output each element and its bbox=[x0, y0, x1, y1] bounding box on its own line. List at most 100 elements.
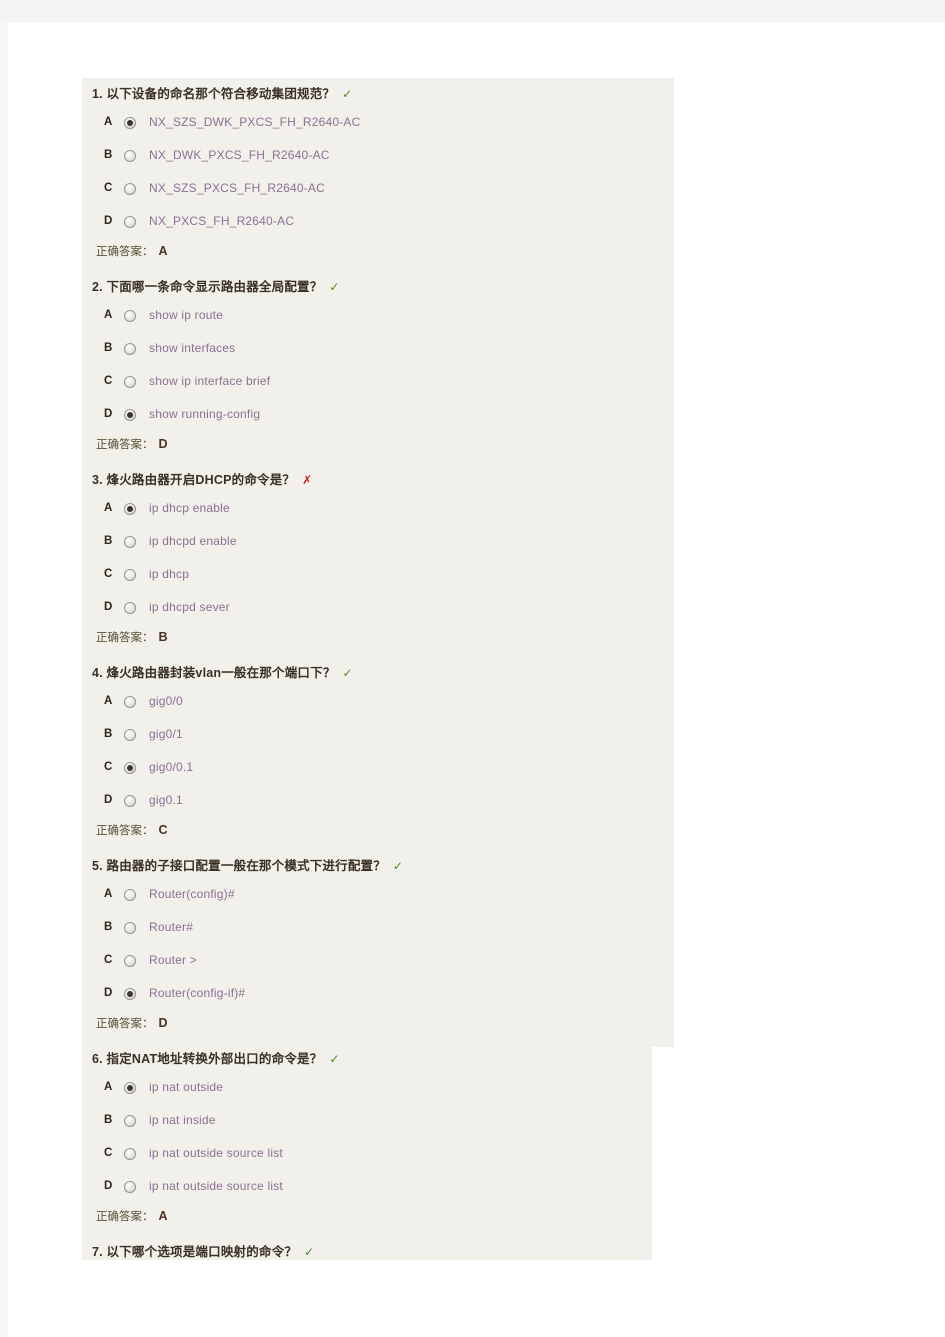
option-text: ip dhcp bbox=[149, 567, 190, 582]
option-radio-button[interactable] bbox=[124, 921, 136, 934]
option-text: gig0/0 bbox=[149, 694, 183, 709]
option-radio-button[interactable] bbox=[124, 888, 136, 901]
correct-answer-value: A bbox=[158, 1209, 168, 1223]
option-radio-button[interactable] bbox=[124, 149, 136, 162]
option-radio-button[interactable] bbox=[124, 987, 136, 1000]
option-row[interactable]: C Router > bbox=[82, 944, 682, 977]
option-row[interactable]: Bgig0/1 bbox=[82, 718, 682, 751]
option-text: NX_SZS_PXCS_FH_R2640-AC bbox=[149, 181, 326, 196]
correct-answer-row: 正确答案： D bbox=[82, 1010, 682, 1043]
question-number: 2. bbox=[92, 280, 103, 294]
option-letter: B bbox=[104, 921, 113, 934]
option-row[interactable]: Bshow interfaces bbox=[82, 332, 682, 365]
option-row[interactable]: Aip nat outside bbox=[82, 1071, 682, 1104]
correct-answer-label: 正确答案： bbox=[96, 246, 154, 258]
option-letter: C bbox=[104, 1147, 113, 1160]
correct-mark-icon: ✓ bbox=[342, 87, 353, 101]
option-radio-button[interactable] bbox=[124, 375, 136, 388]
option-radio-button[interactable] bbox=[124, 794, 136, 807]
correct-answer-value: B bbox=[158, 630, 168, 644]
option-row[interactable]: B Router# bbox=[82, 911, 682, 944]
option-radio-button[interactable] bbox=[124, 116, 136, 129]
option-radio-button[interactable] bbox=[124, 1114, 136, 1127]
option-letter: D bbox=[104, 987, 113, 1000]
option-letter: B bbox=[104, 1114, 113, 1127]
question-text: 以下哪个选项是端口映射的命令？ bbox=[106, 1245, 298, 1259]
option-text: NX_DWK_PXCS_FH_R2640-AC bbox=[149, 148, 330, 163]
option-text: gig0/1 bbox=[149, 727, 183, 742]
option-text: ip nat inside bbox=[149, 1113, 216, 1128]
correct-mark-icon: ✓ bbox=[304, 1245, 315, 1259]
question-number: 7. bbox=[92, 1245, 103, 1259]
option-row[interactable]: B NX_DWK_PXCS_FH_R2640-AC bbox=[82, 139, 682, 172]
option-row[interactable]: Cshow ip interface brief bbox=[82, 365, 682, 398]
option-row[interactable]: Bip dhcpd enable bbox=[82, 525, 682, 558]
option-row[interactable]: A NX_SZS_DWK_PXCS_FH_R2640-AC bbox=[82, 106, 682, 139]
option-radio-button[interactable] bbox=[124, 182, 136, 195]
option-row[interactable]: D Router(config-if)# bbox=[82, 977, 682, 1010]
option-radio-button[interactable] bbox=[124, 601, 136, 614]
option-radio-button[interactable] bbox=[124, 1180, 136, 1193]
option-text: Router > bbox=[149, 953, 197, 968]
option-text: gig0.1 bbox=[149, 793, 183, 808]
option-letter: A bbox=[104, 1081, 113, 1094]
option-text: ip dhcp enable bbox=[149, 501, 230, 516]
correct-answer-label: 正确答案： bbox=[96, 632, 154, 644]
option-letter: B bbox=[104, 149, 113, 162]
option-radio-button[interactable] bbox=[124, 568, 136, 581]
option-radio-button[interactable] bbox=[124, 695, 136, 708]
option-row[interactable]: Agig0/0 bbox=[82, 685, 682, 718]
option-radio-button[interactable] bbox=[124, 408, 136, 421]
option-text: show interfaces bbox=[149, 341, 236, 356]
question-text: 以下设备的命名那个符合移动集团规范？ bbox=[106, 87, 336, 101]
option-row[interactable]: A Router(config)# bbox=[82, 878, 682, 911]
option-radio-button[interactable] bbox=[124, 1081, 136, 1094]
option-radio-button[interactable] bbox=[124, 215, 136, 228]
option-text: ip dhcpd enable bbox=[149, 534, 237, 549]
correct-answer-row: 正确答案： D bbox=[82, 431, 682, 464]
option-letter: C bbox=[104, 375, 113, 388]
option-row[interactable]: Aip dhcp enable bbox=[82, 492, 682, 525]
question-block: 2. 下面哪一条命令显示路由器全局配置？ ✓ Ashow ip route Bshow… bbox=[82, 271, 682, 464]
option-row[interactable]: Cgig0/0.1 bbox=[82, 751, 682, 784]
option-radio-button[interactable] bbox=[124, 954, 136, 967]
question-number: 4. bbox=[92, 666, 103, 680]
correct-mark-icon: ✓ bbox=[329, 280, 340, 294]
option-row[interactable]: Bip nat inside bbox=[82, 1104, 682, 1137]
question-text: 路由器的子接口配置一般在那个模式下进行配置？ bbox=[106, 859, 386, 873]
option-row[interactable]: D NX_PXCS_FH_R2640-AC bbox=[82, 205, 682, 238]
option-row[interactable]: Cip dhcp bbox=[82, 558, 682, 591]
option-row[interactable]: Dgig0.1 bbox=[82, 784, 682, 817]
option-text: show running-config bbox=[149, 407, 261, 422]
question-block: 6. 指定NAT地址转换外部出口的命令是？ ✓ Aip nat outside Bip… bbox=[82, 1043, 682, 1236]
question-block: 7. 以下哪个选项是端口映射的命令？ ✓ bbox=[82, 1236, 682, 1264]
option-radio-button[interactable] bbox=[124, 502, 136, 515]
question-text: 烽火路由器封装vlan一般在那个端口下？ bbox=[106, 666, 336, 680]
question-title: 7. 以下哪个选项是端口映射的命令？ ✓ bbox=[82, 1236, 682, 1264]
option-row[interactable]: Dip nat outside source list bbox=[82, 1170, 682, 1203]
question-block: 4. 烽火路由器封装vlan一般在那个端口下？ ✓ Agig0/0 Bgig0/1 Cg… bbox=[82, 657, 682, 850]
option-letter: D bbox=[104, 215, 113, 228]
option-radio-button[interactable] bbox=[124, 535, 136, 548]
option-letter: A bbox=[104, 888, 113, 901]
option-text: show ip route bbox=[149, 308, 223, 323]
option-radio-button[interactable] bbox=[124, 728, 136, 741]
correct-mark-icon: ✓ bbox=[342, 666, 353, 680]
option-radio-button[interactable] bbox=[124, 1147, 136, 1160]
option-row[interactable]: Dip dhcpd sever bbox=[82, 591, 682, 624]
option-row[interactable]: Cip nat outside source list bbox=[82, 1137, 682, 1170]
option-letter: A bbox=[104, 695, 113, 708]
option-letter: C bbox=[104, 954, 113, 967]
question-title: 6. 指定NAT地址转换外部出口的命令是？ ✓ bbox=[82, 1043, 682, 1071]
correct-answer-label: 正确答案： bbox=[96, 825, 154, 837]
option-radio-button[interactable] bbox=[124, 342, 136, 355]
option-radio-button[interactable] bbox=[124, 761, 136, 774]
option-row[interactable]: C NX_SZS_PXCS_FH_R2640-AC bbox=[82, 172, 682, 205]
option-row[interactable]: Ashow ip route bbox=[82, 299, 682, 332]
option-letter: B bbox=[104, 728, 113, 741]
option-row[interactable]: Dshow running-config bbox=[82, 398, 682, 431]
option-radio-button[interactable] bbox=[124, 309, 136, 322]
question-text: 下面哪一条命令显示路由器全局配置？ bbox=[106, 280, 323, 294]
option-text: show ip interface brief bbox=[149, 374, 271, 389]
option-text: Router# bbox=[149, 920, 194, 935]
